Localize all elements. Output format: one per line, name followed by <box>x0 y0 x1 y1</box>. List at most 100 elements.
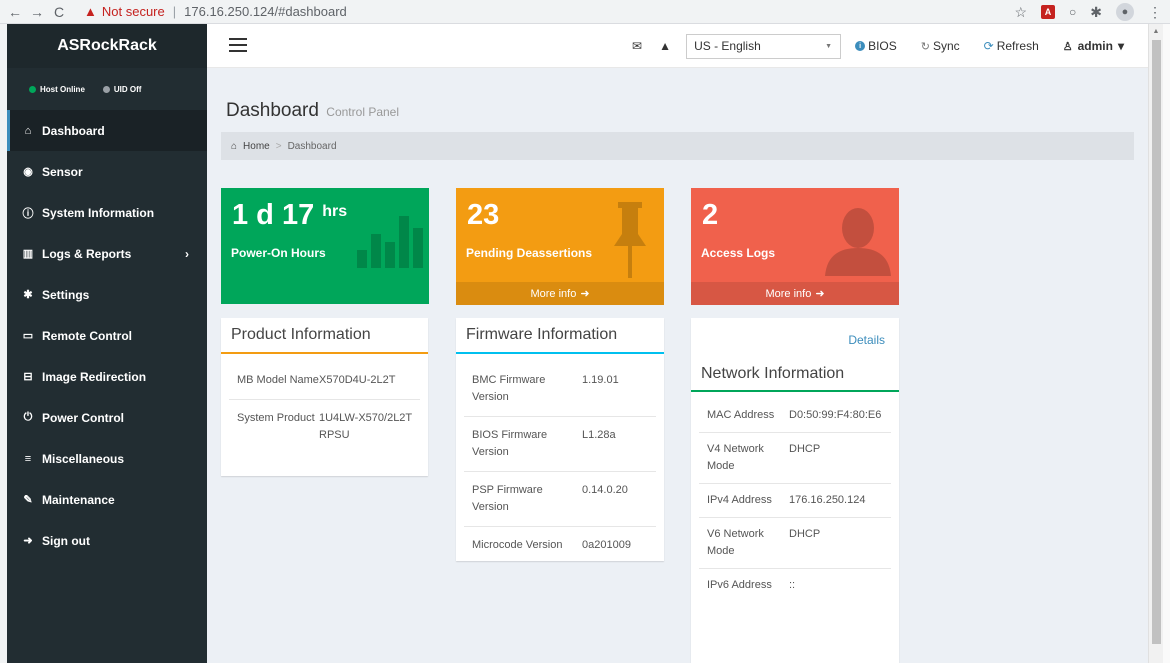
network-information-panel: Details Network Information MAC Address … <box>691 318 899 663</box>
pending-deassertions-value: 23 <box>467 199 500 231</box>
reload-icon[interactable]: C <box>48 1 70 23</box>
top-navbar: ✉ ▲ US - English ▼ i BIOS ↻ Sync ⟳ Refre… <box>207 24 1148 68</box>
table-row: V6 Network Mode DHCP <box>699 517 891 568</box>
row-key: Microcode Version <box>472 539 563 551</box>
sidebar-item-label: Miscellaneous <box>42 451 125 466</box>
sidebar-item-label: Image Redirection <box>42 369 147 384</box>
sidebar-item-label: Power Control <box>42 410 125 425</box>
page-subtitle: Control Panel <box>326 105 400 119</box>
circle-extension-icon[interactable]: ○ <box>1069 5 1076 19</box>
power-on-hours-value: 1 d 17 hrs <box>232 199 347 232</box>
sidebar-item-power-control[interactable]: ⏻ Power Control <box>7 397 207 438</box>
power-on-hours-label: Power-On Hours <box>231 246 326 260</box>
details-link[interactable]: Details <box>848 333 885 347</box>
pending-deassertions-tile: 23 Pending Deassertions More info ➜ <box>456 188 664 305</box>
warning-icon[interactable]: ▲ <box>656 39 674 53</box>
row-key: V4 Network Mode <box>707 443 764 472</box>
star-icon[interactable]: ☆ <box>1014 4 1027 21</box>
hamburger-menu-icon[interactable] <box>229 38 247 52</box>
uid-status: UID Off <box>102 85 141 94</box>
sidebar-item-label: Logs & Reports <box>42 246 132 261</box>
table-row: MB Model Name X570D4U-2L2T <box>229 362 420 399</box>
back-icon[interactable]: ← <box>4 1 26 23</box>
row-value: D0:50:99:F4:80:E6 <box>789 409 882 421</box>
brand-logo[interactable]: ASRockRack <box>7 24 207 68</box>
pdf-extension-icon[interactable]: A <box>1041 5 1056 19</box>
row-key: IPv6 Address <box>707 579 772 591</box>
window-edge <box>1163 24 1170 663</box>
url-text[interactable]: 176.16.250.124/#dashboard <box>184 4 347 19</box>
bios-button[interactable]: i BIOS <box>855 39 897 53</box>
sidebar-item-miscellaneous[interactable]: ≡ Miscellaneous <box>7 438 207 479</box>
sidebar-item-remote-control[interactable]: ▭ Remote Control <box>7 315 207 356</box>
user-silhouette-icon <box>825 208 891 276</box>
uid-status-dot-icon <box>102 85 110 93</box>
puzzle-extension-icon[interactable]: ✱ <box>1090 4 1102 21</box>
home-icon: ⌂ <box>231 140 238 152</box>
sidebar-item-settings[interactable]: ✱ Settings <box>7 274 207 315</box>
address-bar[interactable]: ▲ Not secure | 176.16.250.124/#dashboard <box>84 4 347 19</box>
chevron-down-icon: ▼ <box>825 42 833 50</box>
forward-icon[interactable]: → <box>26 1 48 23</box>
pending-deassertions-more-info[interactable]: More info ➜ <box>456 282 664 305</box>
scroll-up-icon[interactable]: ▲ <box>1149 24 1163 38</box>
host-status-dot-icon <box>29 85 36 93</box>
breadcrumb-separator: > <box>275 140 282 152</box>
sidebar-item-dashboard[interactable]: ⌂ Dashboard <box>7 110 207 151</box>
product-info-table: MB Model Name X570D4U-2L2T System Produc… <box>221 354 428 454</box>
product-information-panel: Product Information MB Model Name X570D4… <box>221 318 428 476</box>
row-key: PSP Firmware Version <box>472 484 543 513</box>
mail-icon[interactable]: ✉ <box>628 39 646 53</box>
table-row: BMC Firmware Version 1.19.01 <box>464 362 656 416</box>
row-value: 0.14.0.20 <box>582 484 628 496</box>
panel-title: Firmware Information <box>456 318 664 354</box>
browser-toolbar: ← → C ▲ Not secure | 176.16.250.124/#das… <box>0 0 1170 24</box>
panel-title: Product Information <box>221 318 428 354</box>
row-key: BIOS Firmware Version <box>472 429 548 458</box>
sidebar-item-sign-out[interactable]: ➜ Sign out <box>7 520 207 561</box>
breadcrumb-home[interactable]: Home <box>243 141 270 152</box>
info-circle-icon: i <box>855 41 866 51</box>
sidebar-item-system-information[interactable]: ⓘ System Information <box>7 192 207 233</box>
sidebar-item-logs-reports[interactable]: ▥ Logs & Reports › <box>7 233 207 274</box>
arrow-circle-right-icon: ➜ <box>815 288 825 300</box>
sync-button[interactable]: ↻ Sync <box>921 39 960 53</box>
page-scrollbar[interactable]: ▲ <box>1148 24 1163 663</box>
scrollbar-thumb[interactable] <box>1152 40 1161 644</box>
user-icon: ♙ <box>1062 40 1073 53</box>
access-logs-more-info[interactable]: More info ➜ <box>691 282 899 305</box>
firmware-information-panel: Firmware Information BMC Firmware Versio… <box>456 318 664 561</box>
language-select[interactable]: US - English ▼ <box>686 33 842 59</box>
bios-label: BIOS <box>868 39 897 53</box>
language-value: US - English <box>694 39 761 53</box>
refresh-button[interactable]: ⟳ Refresh <box>984 39 1039 53</box>
panel-title: Network Information <box>691 358 899 392</box>
sidebar-item-label: Remote Control <box>42 328 132 343</box>
more-info-label: More info <box>530 287 577 300</box>
row-value: 176.16.250.124 <box>789 494 866 506</box>
row-key: MAC Address <box>707 409 775 421</box>
browser-menu-icon[interactable]: ⋮ <box>1148 4 1162 21</box>
url-separator: | <box>172 4 177 19</box>
monitor-icon: ▭ <box>22 330 34 342</box>
user-name: admin <box>1077 39 1113 53</box>
profile-avatar-icon[interactable]: ● <box>1116 3 1134 21</box>
more-info-label: More info <box>765 287 812 300</box>
network-info-table: MAC Address D0:50:99:F4:80:E6 V4 Network… <box>691 399 899 602</box>
sidebar-item-image-redirection[interactable]: ⊟ Image Redirection <box>7 356 207 397</box>
sync-label: Sync <box>932 39 960 53</box>
sidebar-item-maintenance[interactable]: ✎ Maintenance <box>7 479 207 520</box>
sidebar-item-label: Sign out <box>42 533 90 548</box>
host-status-label: Host Online <box>40 84 85 94</box>
host-status: Host Online <box>29 85 85 94</box>
not-secure-label[interactable]: Not secure <box>102 4 165 19</box>
row-key: System Product <box>237 412 315 424</box>
sidebar-item-sensor[interactable]: ◉ Sensor <box>7 151 207 192</box>
row-value: :: <box>789 579 796 591</box>
sidebar-item-label: Settings <box>42 287 90 302</box>
table-row: IPv4 Address 176.16.250.124 <box>699 483 891 517</box>
sidebar-item-label: Dashboard <box>42 123 105 138</box>
page-title: Dashboard <box>226 100 319 121</box>
user-menu[interactable]: ♙ admin ▾ <box>1063 39 1124 53</box>
row-value: X570D4U-2L2T <box>319 374 396 386</box>
